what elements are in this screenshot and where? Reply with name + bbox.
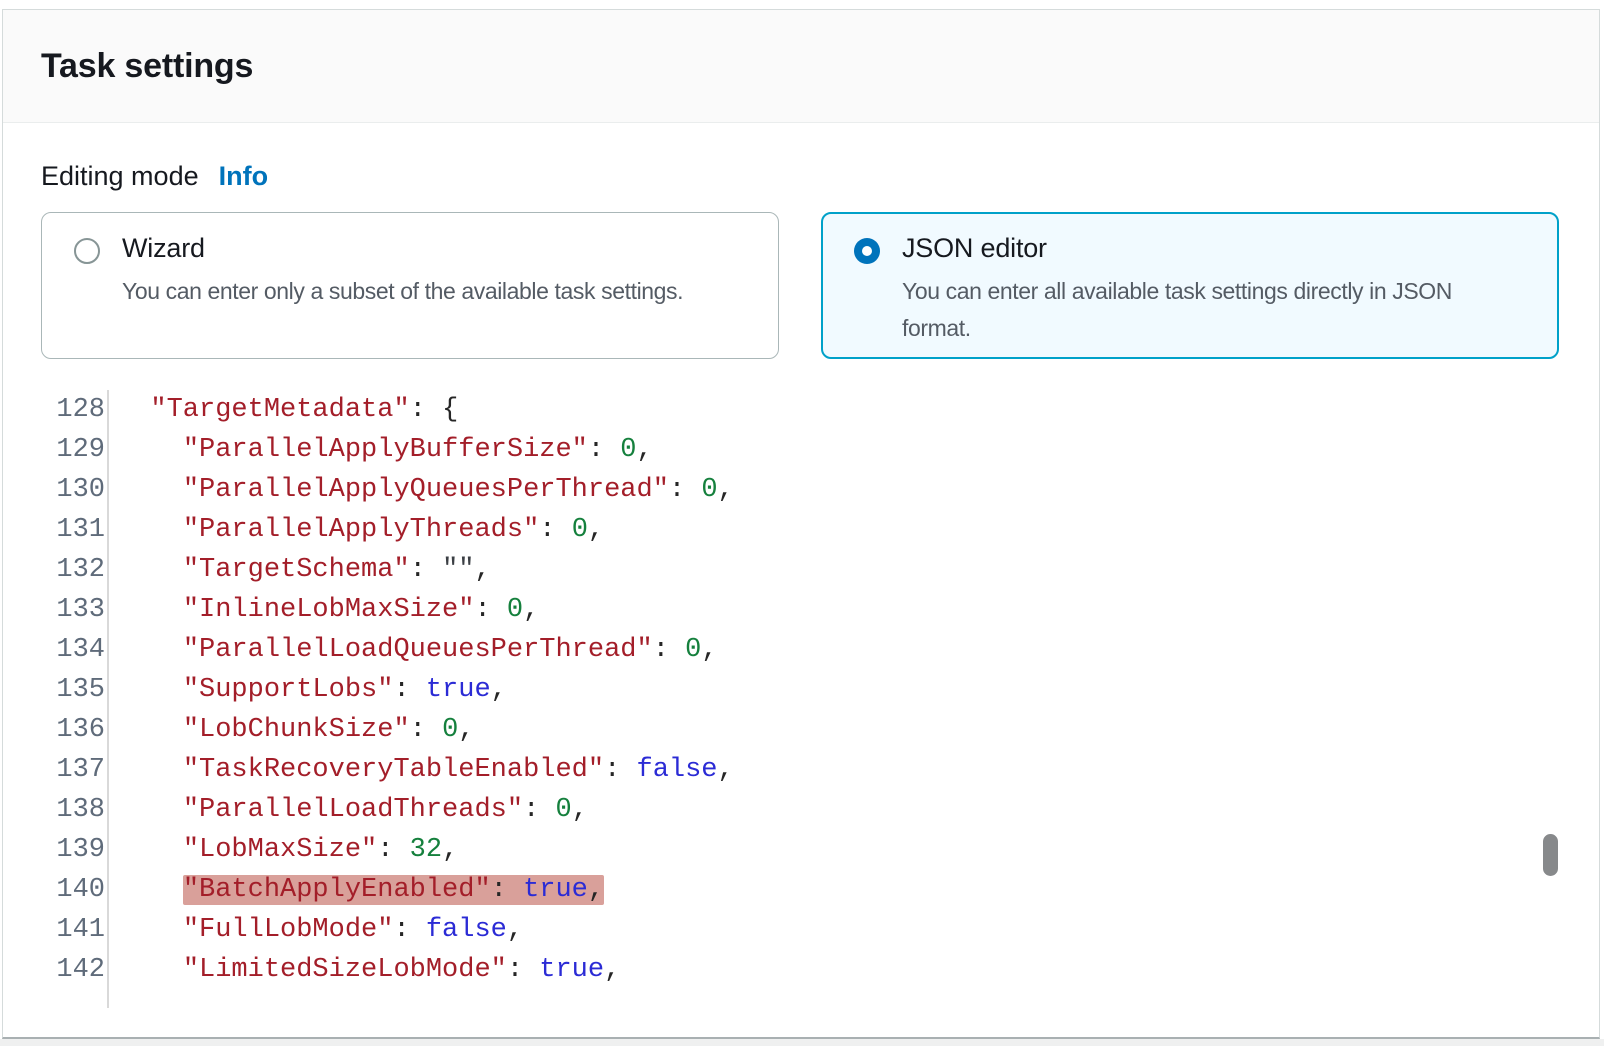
highlighted-range: "BatchApplyEnabled": true, [183,875,604,905]
line-number[interactable]: 128 [41,390,107,430]
line-number[interactable]: 139 [41,830,107,870]
line-number[interactable]: 137 [41,750,107,790]
tile-json-editor-text: JSON editor You can enter all available … [902,233,1524,347]
line-number[interactable]: 133 [41,590,107,630]
code-text: "TargetSchema": "", [107,550,491,590]
code-line[interactable]: 140 "BatchApplyEnabled": true, [41,870,1561,910]
code-line[interactable]: 134 "ParallelLoadQueuesPerThread": 0, [41,630,1561,670]
code-line[interactable]: 131 "ParallelApplyThreads": 0, [41,510,1561,550]
line-number[interactable]: 130 [41,470,107,510]
code-line[interactable]: 133 "InlineLobMaxSize": 0, [41,590,1561,630]
tile-wizard[interactable]: Wizard You can enter only a subset of th… [41,212,779,359]
line-number[interactable]: 132 [41,550,107,590]
tile-wizard-label: Wizard [122,233,744,264]
tile-json-editor-description: You can enter all available task setting… [902,273,1524,347]
page-title: Task settings [41,47,253,86]
line-number[interactable]: 135 [41,670,107,710]
scrollbar-thumb[interactable] [1543,834,1558,876]
code-line[interactable]: 129 "ParallelApplyBufferSize": 0, [41,430,1561,470]
page-bottom-strip [0,1039,1604,1046]
panel-header: Task settings [3,10,1599,123]
code-text: "LobMaxSize": 32, [107,830,458,870]
editing-mode-tiles: Wizard You can enter only a subset of th… [41,212,1561,359]
radio-json-editor-icon[interactable] [854,238,880,264]
line-number[interactable]: 142 [41,950,107,990]
tile-json-editor-label: JSON editor [902,233,1524,264]
code-line[interactable]: 136 "LobChunkSize": 0, [41,710,1561,750]
code-line[interactable]: 137 "TaskRecoveryTableEnabled": false, [41,750,1561,790]
editing-mode-label: Editing mode [41,161,199,192]
code-text: "BatchApplyEnabled": true, [107,870,604,910]
json-editor-area[interactable]: 128 "TargetMetadata": {129 "ParallelAppl… [41,390,1561,1010]
line-number[interactable]: 131 [41,510,107,550]
line-number[interactable]: 129 [41,430,107,470]
line-number[interactable]: 140 [41,870,107,910]
code-text: "ParallelApplyThreads": 0, [107,510,604,550]
code-line[interactable]: 132 "TargetSchema": "", [41,550,1561,590]
code-line[interactable]: 141 "FullLobMode": false, [41,910,1561,950]
code-text: "ParallelLoadThreads": 0, [107,790,588,830]
task-settings-panel: Task settings Editing mode Info Wizard Y… [2,9,1600,1039]
code-line[interactable]: 138 "ParallelLoadThreads": 0, [41,790,1561,830]
panel-body: Editing mode Info Wizard You can enter o… [3,161,1599,1010]
code-text: "TargetMetadata": { [107,390,458,430]
radio-wizard-icon[interactable] [74,238,100,264]
code-text: "ParallelLoadQueuesPerThread": 0, [107,630,718,670]
code-line[interactable]: 142 "LimitedSizeLobMode": true, [41,950,1561,990]
code-line[interactable]: 139 "LobMaxSize": 32, [41,830,1561,870]
line-number[interactable]: 138 [41,790,107,830]
code-text: "LimitedSizeLobMode": true, [107,950,620,990]
line-number[interactable]: 136 [41,710,107,750]
code-text: "ParallelApplyQueuesPerThread": 0, [107,470,734,510]
editing-mode-row: Editing mode Info [41,161,1561,192]
tile-wizard-description: You can enter only a subset of the avail… [122,273,744,310]
code-line[interactable]: 128 "TargetMetadata": { [41,390,1561,430]
code-text: "TaskRecoveryTableEnabled": false, [107,750,734,790]
code-line[interactable]: 135 "SupportLobs": true, [41,670,1561,710]
code-text: "FullLobMode": false, [107,910,523,950]
code-text: "InlineLobMaxSize": 0, [107,590,539,630]
line-number[interactable]: 141 [41,910,107,950]
code-text: "SupportLobs": true, [107,670,507,710]
code-line[interactable]: 130 "ParallelApplyQueuesPerThread": 0, [41,470,1561,510]
code-text: "LobChunkSize": 0, [107,710,474,750]
line-number[interactable]: 134 [41,630,107,670]
tile-wizard-text: Wizard You can enter only a subset of th… [122,233,744,310]
code-text: "ParallelApplyBufferSize": 0, [107,430,653,470]
tile-json-editor[interactable]: JSON editor You can enter all available … [821,212,1559,359]
info-link[interactable]: Info [219,161,268,192]
